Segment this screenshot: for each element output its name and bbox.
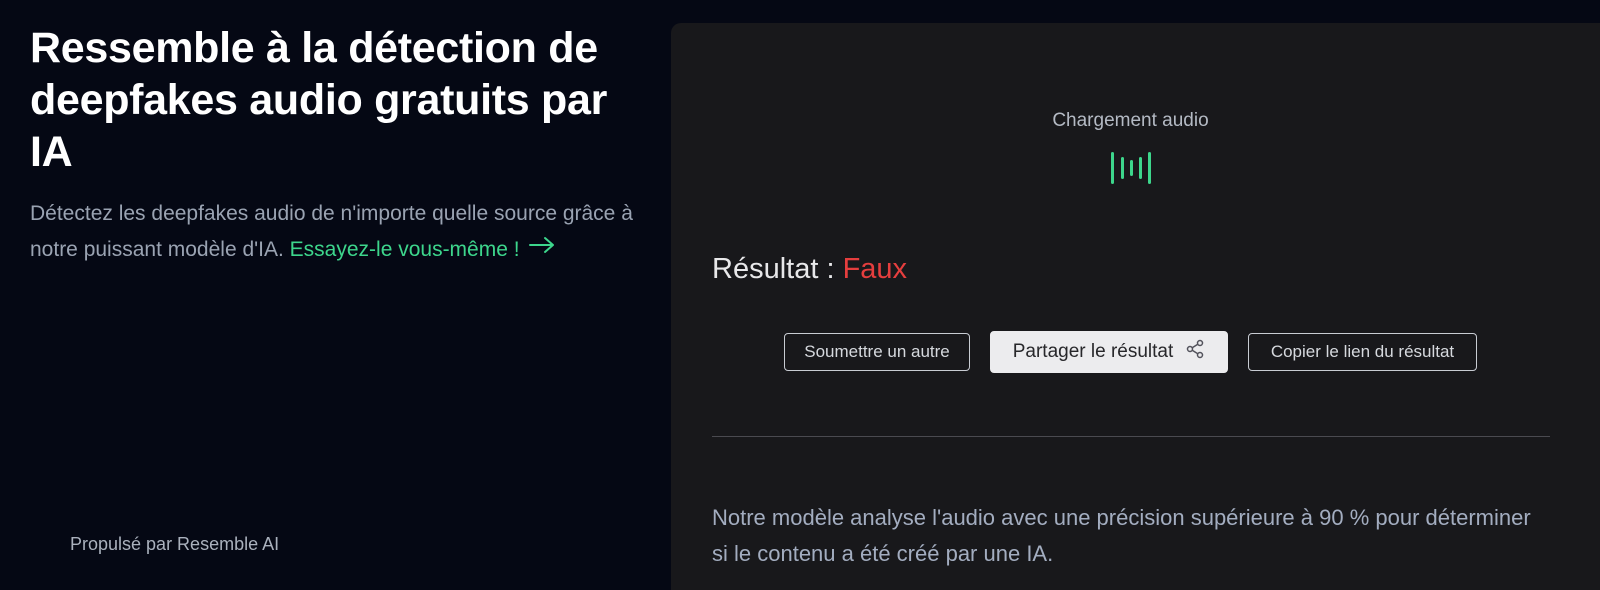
audio-wave-icon xyxy=(1110,150,1152,191)
copy-result-link-label: Copier le lien du résultat xyxy=(1270,342,1455,361)
result-value: Faux xyxy=(842,253,908,285)
powered-by-text: Propulsé par Resemble AI xyxy=(70,534,280,554)
result-actions: Soumettre un autre Partager le résultat … xyxy=(671,331,1590,373)
loading-audio-label: Chargement audio xyxy=(1052,110,1209,131)
hero-section: Ressemble à la détection de deepfakes au… xyxy=(30,22,650,268)
share-result-button[interactable]: Partager le résultat xyxy=(990,331,1228,373)
divider xyxy=(712,436,1550,437)
try-it-label: Essayez-le vous-même ! xyxy=(289,238,520,261)
share-result-label: Partager le résultat xyxy=(1012,341,1174,362)
result-label: Résultat : xyxy=(712,253,835,285)
share-icon xyxy=(1185,339,1205,365)
try-it-link[interactable]: Essayez-le vous-même ! xyxy=(289,237,556,261)
hero-title: Ressemble à la détection de deepfakes au… xyxy=(30,24,608,176)
model-description: Notre modèle analyse l'audio avec une pr… xyxy=(712,505,1531,566)
page: Ressemble à la détection de deepfakes au… xyxy=(0,0,1600,590)
submit-another-button[interactable]: Soumettre un autre xyxy=(784,333,970,371)
copy-result-link-button[interactable]: Copier le lien du résultat xyxy=(1248,333,1477,371)
result-panel: Chargement audio Résultat : Faux Soumett… xyxy=(671,23,1600,590)
arrow-right-icon xyxy=(528,230,556,266)
submit-another-label: Soumettre un autre xyxy=(804,342,950,361)
result-line: Résultat : Faux xyxy=(712,253,907,286)
hero-subtitle: Détectez les deepfakes audio de n'import… xyxy=(30,196,640,268)
